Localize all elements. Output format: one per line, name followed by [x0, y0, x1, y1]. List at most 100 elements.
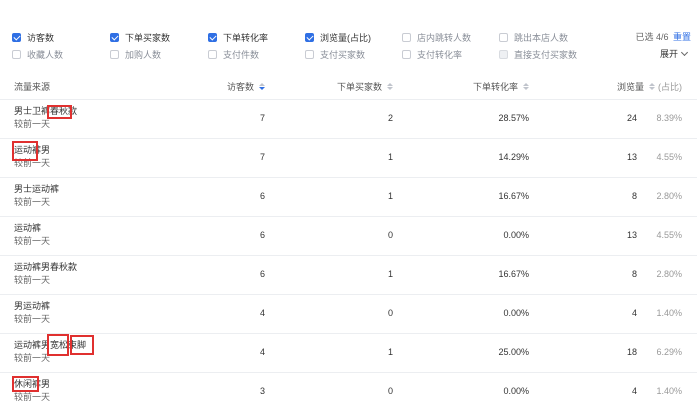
metric-checkbox-paid-buyers[interactable]: 支付买家数: [305, 47, 365, 61]
metric-label: 直接支付买家数: [514, 49, 578, 60]
expand-toggle[interactable]: 展开: [659, 47, 689, 60]
table-row[interactable]: 男士运动裤 较前一天 6 1 16.67% 8 2.80%: [0, 178, 697, 217]
views-value: 13: [626, 152, 637, 162]
buyers-value: 1: [387, 191, 393, 201]
metric-checkbox-direct-paid-buyers: 直接支付买家数: [499, 47, 577, 61]
source-keyword[interactable]: 运动裤男春秋款: [14, 261, 77, 274]
source-cell: 运动裤 较前一天: [14, 222, 50, 248]
metric-checkbox-bounce[interactable]: 跳出本店人数: [499, 30, 568, 44]
table-header: 流量来源 访客数 下单买家数 下单转化率 浏览量 (占比): [0, 72, 697, 100]
metric-label: 跳出本店人数: [514, 32, 569, 43]
metric-label: 店内跳转人数: [417, 32, 472, 43]
sort-icon[interactable]: [523, 83, 529, 90]
metric-label: 支付件数: [223, 49, 260, 60]
expand-label: 展开: [659, 49, 678, 59]
metric-label: 收藏人数: [27, 49, 64, 60]
buyers-value: 1: [387, 269, 393, 279]
metric-label: 下单转化率: [223, 32, 269, 43]
rate-value: 28.57%: [498, 113, 529, 123]
metric-checkbox-order-rate[interactable]: 下单转化率: [208, 30, 268, 44]
column-header-label: 浏览量: [616, 82, 644, 92]
reset-link[interactable]: 重置: [673, 32, 691, 42]
checkbox-unchecked-icon: [402, 49, 411, 59]
metric-checkbox-paid-rate[interactable]: 支付转化率: [402, 47, 462, 61]
column-header-label: 下单买家数: [336, 82, 382, 92]
metric-label: 浏览量(占比): [320, 32, 371, 43]
views-value: 4: [631, 308, 637, 318]
checkbox-unchecked-icon: [110, 49, 119, 59]
views-value: 13: [626, 230, 637, 240]
table-row[interactable]: 运动裤男宽松束脚 较前一天 4 1 25.00% 18 6.29%: [0, 334, 697, 373]
checkbox-unchecked-icon: [305, 49, 314, 59]
metric-checkbox-internal-jump[interactable]: 店内跳转人数: [402, 30, 471, 44]
visitors-value: 3: [259, 386, 265, 396]
compare-label: 较前一天: [14, 236, 51, 246]
sort-icon[interactable]: [649, 83, 655, 90]
column-header-visitors[interactable]: 访客数: [227, 80, 265, 93]
views-value: 8: [631, 269, 637, 279]
selected-count: 已选 4/6 重置: [635, 30, 691, 43]
views-share-value: 8.39%: [656, 113, 682, 123]
highlight-box: [12, 141, 38, 161]
metric-checkbox-order-buyers[interactable]: 下单买家数: [110, 30, 170, 44]
metric-checkbox-favorites[interactable]: 收藏人数: [12, 47, 63, 61]
metric-checkbox-page-views[interactable]: 浏览量(占比): [305, 30, 371, 44]
metric-label: 支付买家数: [320, 49, 366, 60]
views-share-value: 1.40%: [656, 308, 682, 318]
column-header-label: 下单转化率: [472, 82, 518, 92]
metric-label: 支付转化率: [417, 49, 463, 60]
column-header-source: 流量来源: [14, 80, 50, 93]
rate-value: 0.00%: [503, 308, 529, 318]
sort-icon[interactable]: [259, 83, 265, 90]
highlight-box: [47, 334, 69, 356]
table-row[interactable]: 休闲裤男 较前一天 3 0 0.00% 4 1.40%: [0, 373, 697, 410]
sort-icon[interactable]: [387, 83, 393, 90]
buyers-value: 1: [387, 347, 393, 357]
checkbox-unchecked-icon: [12, 49, 21, 59]
checkbox-checked-icon: [208, 32, 217, 42]
highlight-box: [70, 335, 94, 355]
metric-checkbox-paid-items[interactable]: 支付件数: [208, 47, 259, 61]
table-row[interactable]: 男运动裤 较前一天 4 0 0.00% 4 1.40%: [0, 295, 697, 334]
views-share-value: 4.55%: [656, 152, 682, 162]
column-header-buyers[interactable]: 下单买家数: [337, 80, 393, 93]
checkbox-checked-icon: [110, 32, 119, 42]
metric-filter-row-1: 访客数 下单买家数 下单转化率 浏览量(占比) 店内跳转人数 跳出本店人数: [0, 30, 697, 44]
metric-checkbox-add-cart[interactable]: 加购人数: [110, 47, 161, 61]
views-share-value: 2.80%: [656, 269, 682, 279]
column-header-label: 访客数: [226, 82, 254, 92]
metric-checkbox-visitors[interactable]: 访客数: [12, 30, 54, 44]
selected-count-text: 已选 4/6: [635, 32, 669, 42]
column-header-views[interactable]: 浏览量 (占比): [617, 80, 682, 93]
compare-label: 较前一天: [14, 314, 51, 324]
buyers-value: 0: [387, 386, 393, 396]
source-cell: 男士运动裤 较前一天: [14, 183, 59, 209]
column-header-rate[interactable]: 下单转化率: [473, 80, 529, 93]
table-row[interactable]: 男士卫裤春秋款 较前一天 7 2 28.57% 24 8.39%: [0, 100, 697, 139]
buyers-value: 2: [387, 113, 393, 123]
metric-filter-row-2: 收藏人数 加购人数 支付件数 支付买家数 支付转化率 直接支付买家数: [0, 47, 697, 61]
rate-value: 0.00%: [503, 386, 529, 396]
source-keyword[interactable]: 男士运动裤: [14, 183, 59, 196]
highlight-box: [47, 105, 72, 119]
visitors-value: 4: [259, 308, 265, 318]
views-value: 4: [631, 386, 637, 396]
source-keyword[interactable]: 男运动裤: [14, 300, 50, 313]
table-row[interactable]: 运动裤男春秋款 较前一天 6 1 16.67% 8 2.80%: [0, 256, 697, 295]
source-keyword[interactable]: 运动裤: [14, 222, 50, 235]
views-share-value: 1.40%: [656, 386, 682, 396]
table-row[interactable]: 运动裤男 较前一天 7 1 14.29% 13 4.55%: [0, 139, 697, 178]
views-share-value: 6.29%: [656, 347, 682, 357]
compare-label: 较前一天: [14, 392, 51, 402]
checkbox-unchecked-icon: [208, 49, 217, 59]
table-row[interactable]: 运动裤 较前一天 6 0 0.00% 13 4.55%: [0, 217, 697, 256]
metric-label: 访客数: [27, 32, 55, 43]
checkbox-unchecked-icon: [499, 32, 508, 42]
buyers-value: 0: [387, 230, 393, 240]
rate-value: 25.00%: [498, 347, 529, 357]
buyers-value: 0: [387, 308, 393, 318]
rate-value: 16.67%: [498, 269, 529, 279]
views-share-value: 2.80%: [656, 191, 682, 201]
visitors-value: 4: [259, 347, 265, 357]
column-header-sublabel: (占比): [658, 82, 682, 92]
